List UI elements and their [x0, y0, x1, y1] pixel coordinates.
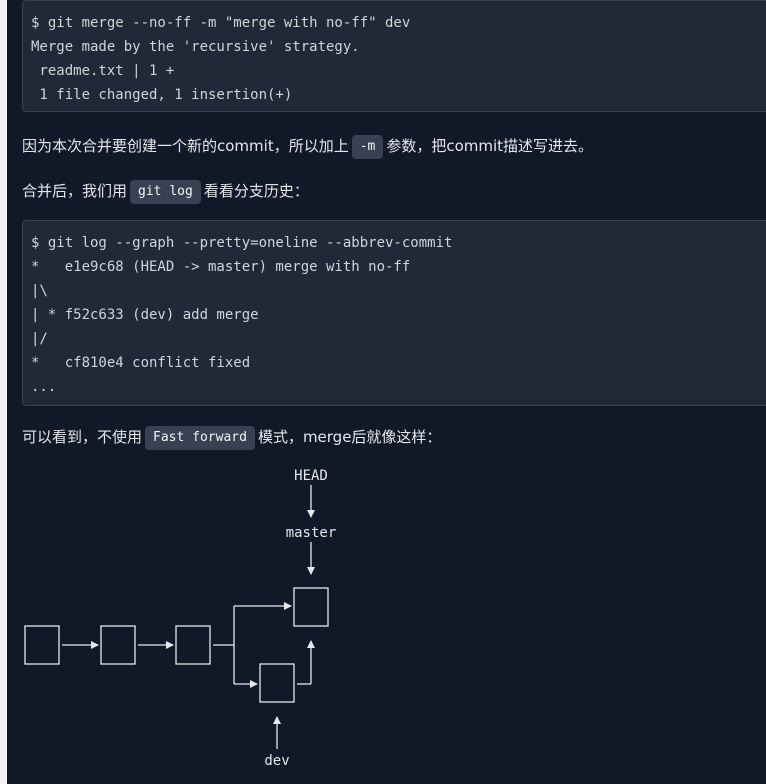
- paragraph-fast-forward-note: 可以看到，不使用 Fast forward 模式，merge后就像这样：: [22, 424, 441, 450]
- paragraph-text: 因为本次合并要创建一个新的commit，所以加上: [22, 137, 349, 155]
- code-line: 1 file changed, 1 insertion(+): [31, 87, 293, 103]
- paragraph-text: 看看分支历史：: [203, 182, 309, 200]
- inline-code: Fast forward: [145, 425, 255, 450]
- code-line: |/: [31, 331, 48, 347]
- code-line: * cf810e4 conflict fixed: [31, 355, 251, 371]
- code-line: Merge made by the 'recursive' strategy.: [31, 39, 360, 55]
- head-label: HEAD: [294, 468, 328, 484]
- inline-code: -m: [351, 134, 384, 159]
- code-line: | * f52c633 (dev) add merge: [31, 307, 259, 323]
- code-line: $ git log --graph --pretty=oneline --abb…: [31, 235, 453, 251]
- code-block-merge: $ git merge --no-ff -m "merge with no-ff…: [22, 0, 766, 112]
- code-line: $ git merge --no-ff -m "merge with no-ff…: [31, 15, 411, 31]
- dev-label: dev: [264, 753, 289, 769]
- paragraph-text: 参数，把commit描述写进去。: [386, 137, 594, 155]
- commit-node-3: [175, 625, 211, 665]
- paragraph-git-log-note: 合并后，我们用 git log 看看分支历史：: [22, 178, 309, 204]
- code-line: ...: [31, 379, 57, 395]
- left-edge-border: [0, 0, 7, 784]
- paragraph-text: 模式，merge后就像这样：: [257, 428, 442, 446]
- code-line: readme.txt | 1 +: [31, 63, 175, 79]
- inline-code: git log: [130, 179, 201, 204]
- commit-node-master: [293, 587, 329, 627]
- commit-node-2: [100, 625, 136, 665]
- branch-diagram: HEAD master dev: [24, 468, 337, 769]
- paragraph-text: 可以看到，不使用: [22, 428, 143, 446]
- master-label: master: [286, 525, 337, 541]
- paragraph-text: 合并后，我们用: [22, 182, 128, 200]
- commit-node-1: [24, 625, 60, 665]
- code-line: |\: [31, 283, 48, 299]
- code-line: * e1e9c68 (HEAD -> master) merge with no…: [31, 259, 411, 275]
- code-block-git-log: $ git log --graph --pretty=oneline --abb…: [22, 220, 766, 406]
- commit-node-dev: [259, 663, 295, 703]
- paragraph-commit-note: 因为本次合并要创建一个新的commit，所以加上 -m 参数，把commit描述写进…: [22, 133, 593, 159]
